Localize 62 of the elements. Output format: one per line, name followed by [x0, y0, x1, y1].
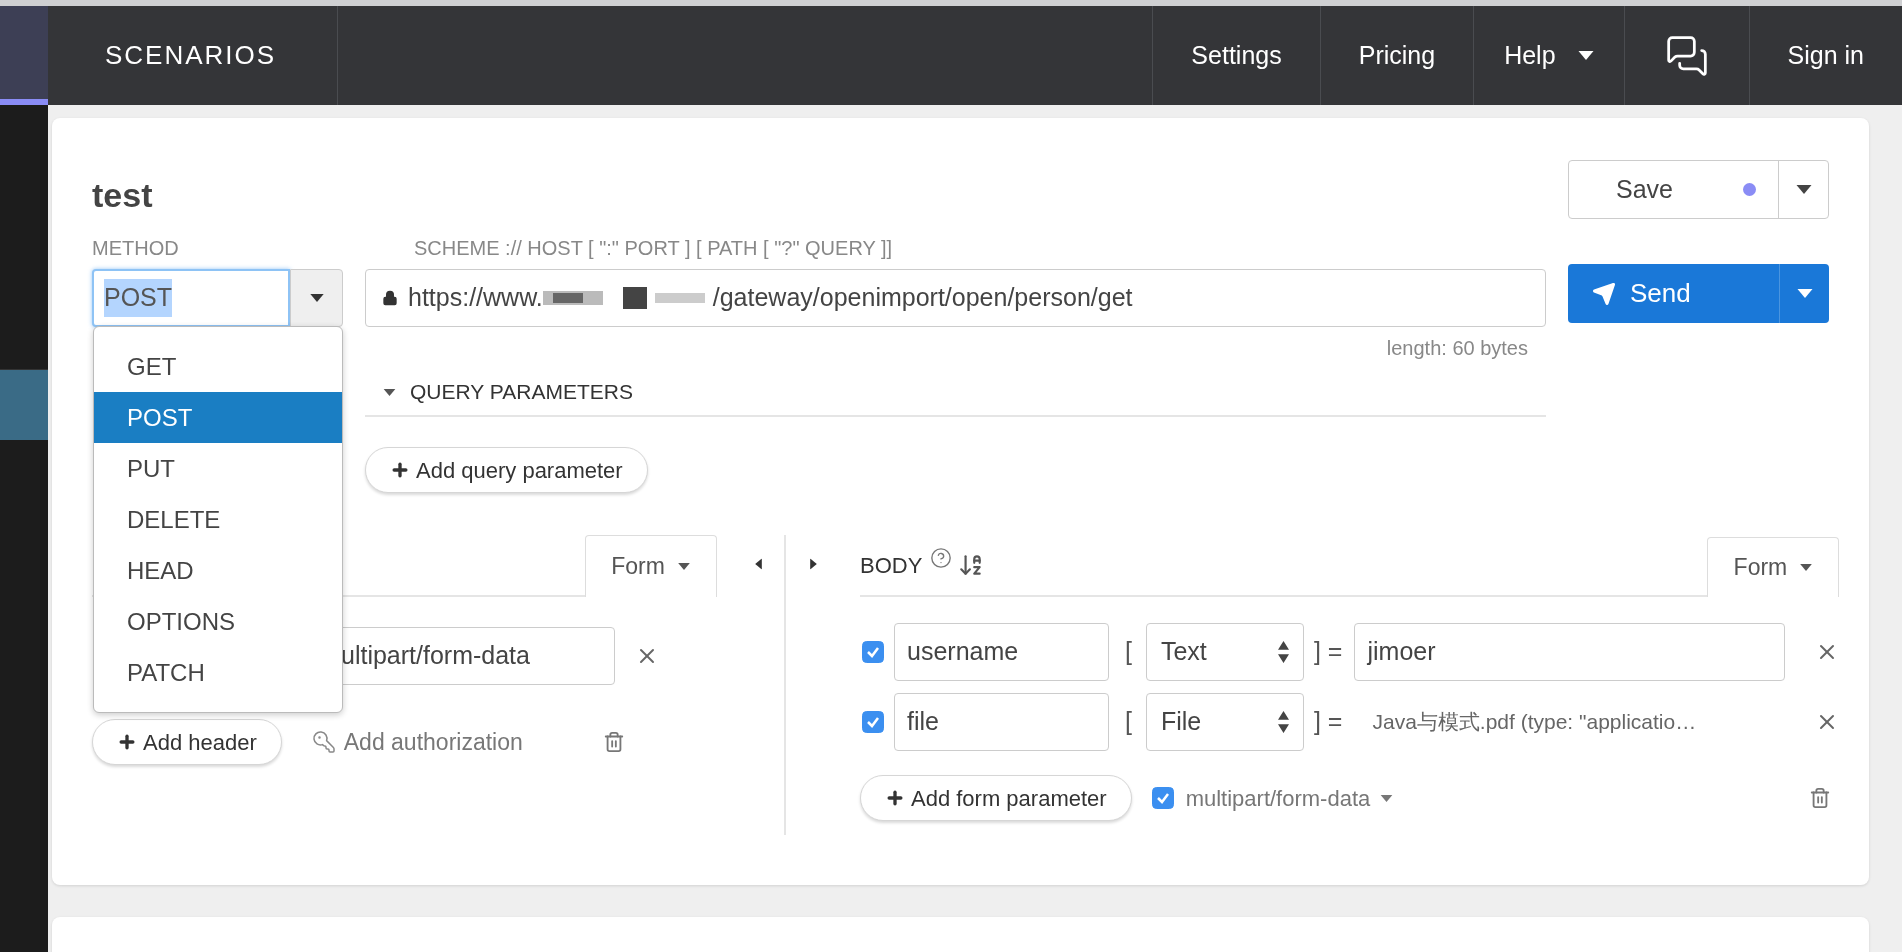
paper-plane-icon [1592, 281, 1616, 306]
checkbox[interactable] [862, 641, 884, 663]
section-title: BODY [860, 551, 923, 580]
headers-mode-tab[interactable]: Form [585, 535, 717, 597]
spinner-arrows-icon [1277, 711, 1289, 733]
save-button[interactable]: Save [1569, 161, 1778, 218]
request-title: test [92, 175, 153, 216]
caret-icon [1795, 185, 1812, 194]
checkbox[interactable] [1151, 787, 1174, 809]
method-value: POST [104, 279, 173, 317]
caret-icon [1799, 564, 1814, 571]
bracket: [ [1125, 636, 1132, 668]
nav-link[interactable]: Pricing [1319, 6, 1474, 105]
caret-icon [1577, 51, 1594, 60]
key-icon [311, 730, 336, 754]
menu-item[interactable]: POST [94, 392, 342, 443]
param-name-field[interactable]: username [894, 623, 1109, 681]
add-query-parameter-button[interactable]: Add query parameter [365, 447, 648, 493]
param-type-select[interactable]: File [1145, 693, 1304, 751]
caret-icon [1796, 289, 1813, 298]
lock-icon [382, 289, 398, 307]
plus-icon [885, 788, 905, 808]
checkbox[interactable] [862, 711, 884, 733]
method-label: METHOD [92, 236, 180, 261]
help-icon[interactable] [930, 547, 953, 569]
method-field[interactable]: POST [92, 269, 290, 327]
menu-item[interactable]: DELETE [94, 494, 342, 545]
caret-icon [676, 563, 691, 570]
menu-item[interactable]: PUT [94, 443, 342, 494]
trash-icon[interactable] [602, 731, 625, 753]
url-text: /gateway/openimport/open/person/get [712, 282, 1133, 314]
nav-dropdown[interactable]: Help [1473, 6, 1624, 105]
content-type-dropdown[interactable]: multipart/form-data [1185, 781, 1394, 815]
url-length: length: 60 bytes [1386, 336, 1529, 361]
section-title[interactable]: QUERY PARAMETERS [410, 376, 633, 408]
add-authorization-link[interactable]: Add authorization [311, 724, 523, 760]
spinner-arrows-icon [1277, 641, 1289, 663]
url-label: SCHEME :// HOST [ ":" PORT ] [ PATH [ "?" QUERY ]] [413, 236, 894, 261]
file-value: Java与模式.pdf (type: "applicatio… [1372, 709, 1698, 736]
plus-icon [117, 732, 137, 752]
trash-icon[interactable] [1809, 787, 1832, 809]
bracket: [ [1125, 706, 1132, 738]
nav-title[interactable]: SCENARIOS [48, 6, 338, 105]
bracket-equals: ] = [1313, 636, 1343, 668]
param-type-select[interactable]: Text [1145, 623, 1304, 681]
nav-link[interactable]: Settings [1152, 6, 1320, 105]
bracket-equals: ] = [1313, 706, 1343, 738]
param-name-field[interactable]: file [894, 693, 1109, 751]
caret-icon [1380, 794, 1394, 802]
logo-tab[interactable] [0, 6, 48, 105]
plus-icon [390, 460, 410, 480]
body-mode-tab[interactable]: Form [1707, 537, 1840, 597]
param-value-field[interactable]: jimoer [1354, 623, 1786, 681]
add-form-parameter-button[interactable]: Add form parameter [860, 775, 1132, 821]
url-field[interactable]: https://www. /gateway/openimport/open/person/get [365, 269, 1546, 327]
url-text: https://www. [408, 282, 543, 314]
send-button[interactable]: Send [1568, 264, 1779, 323]
menu-item[interactable]: GET [94, 341, 342, 392]
caret-icon [309, 294, 324, 302]
nav-link[interactable]: Sign in [1748, 6, 1902, 105]
menu-item[interactable]: HEAD [94, 545, 342, 596]
add-header-button[interactable]: Add header [92, 719, 282, 765]
